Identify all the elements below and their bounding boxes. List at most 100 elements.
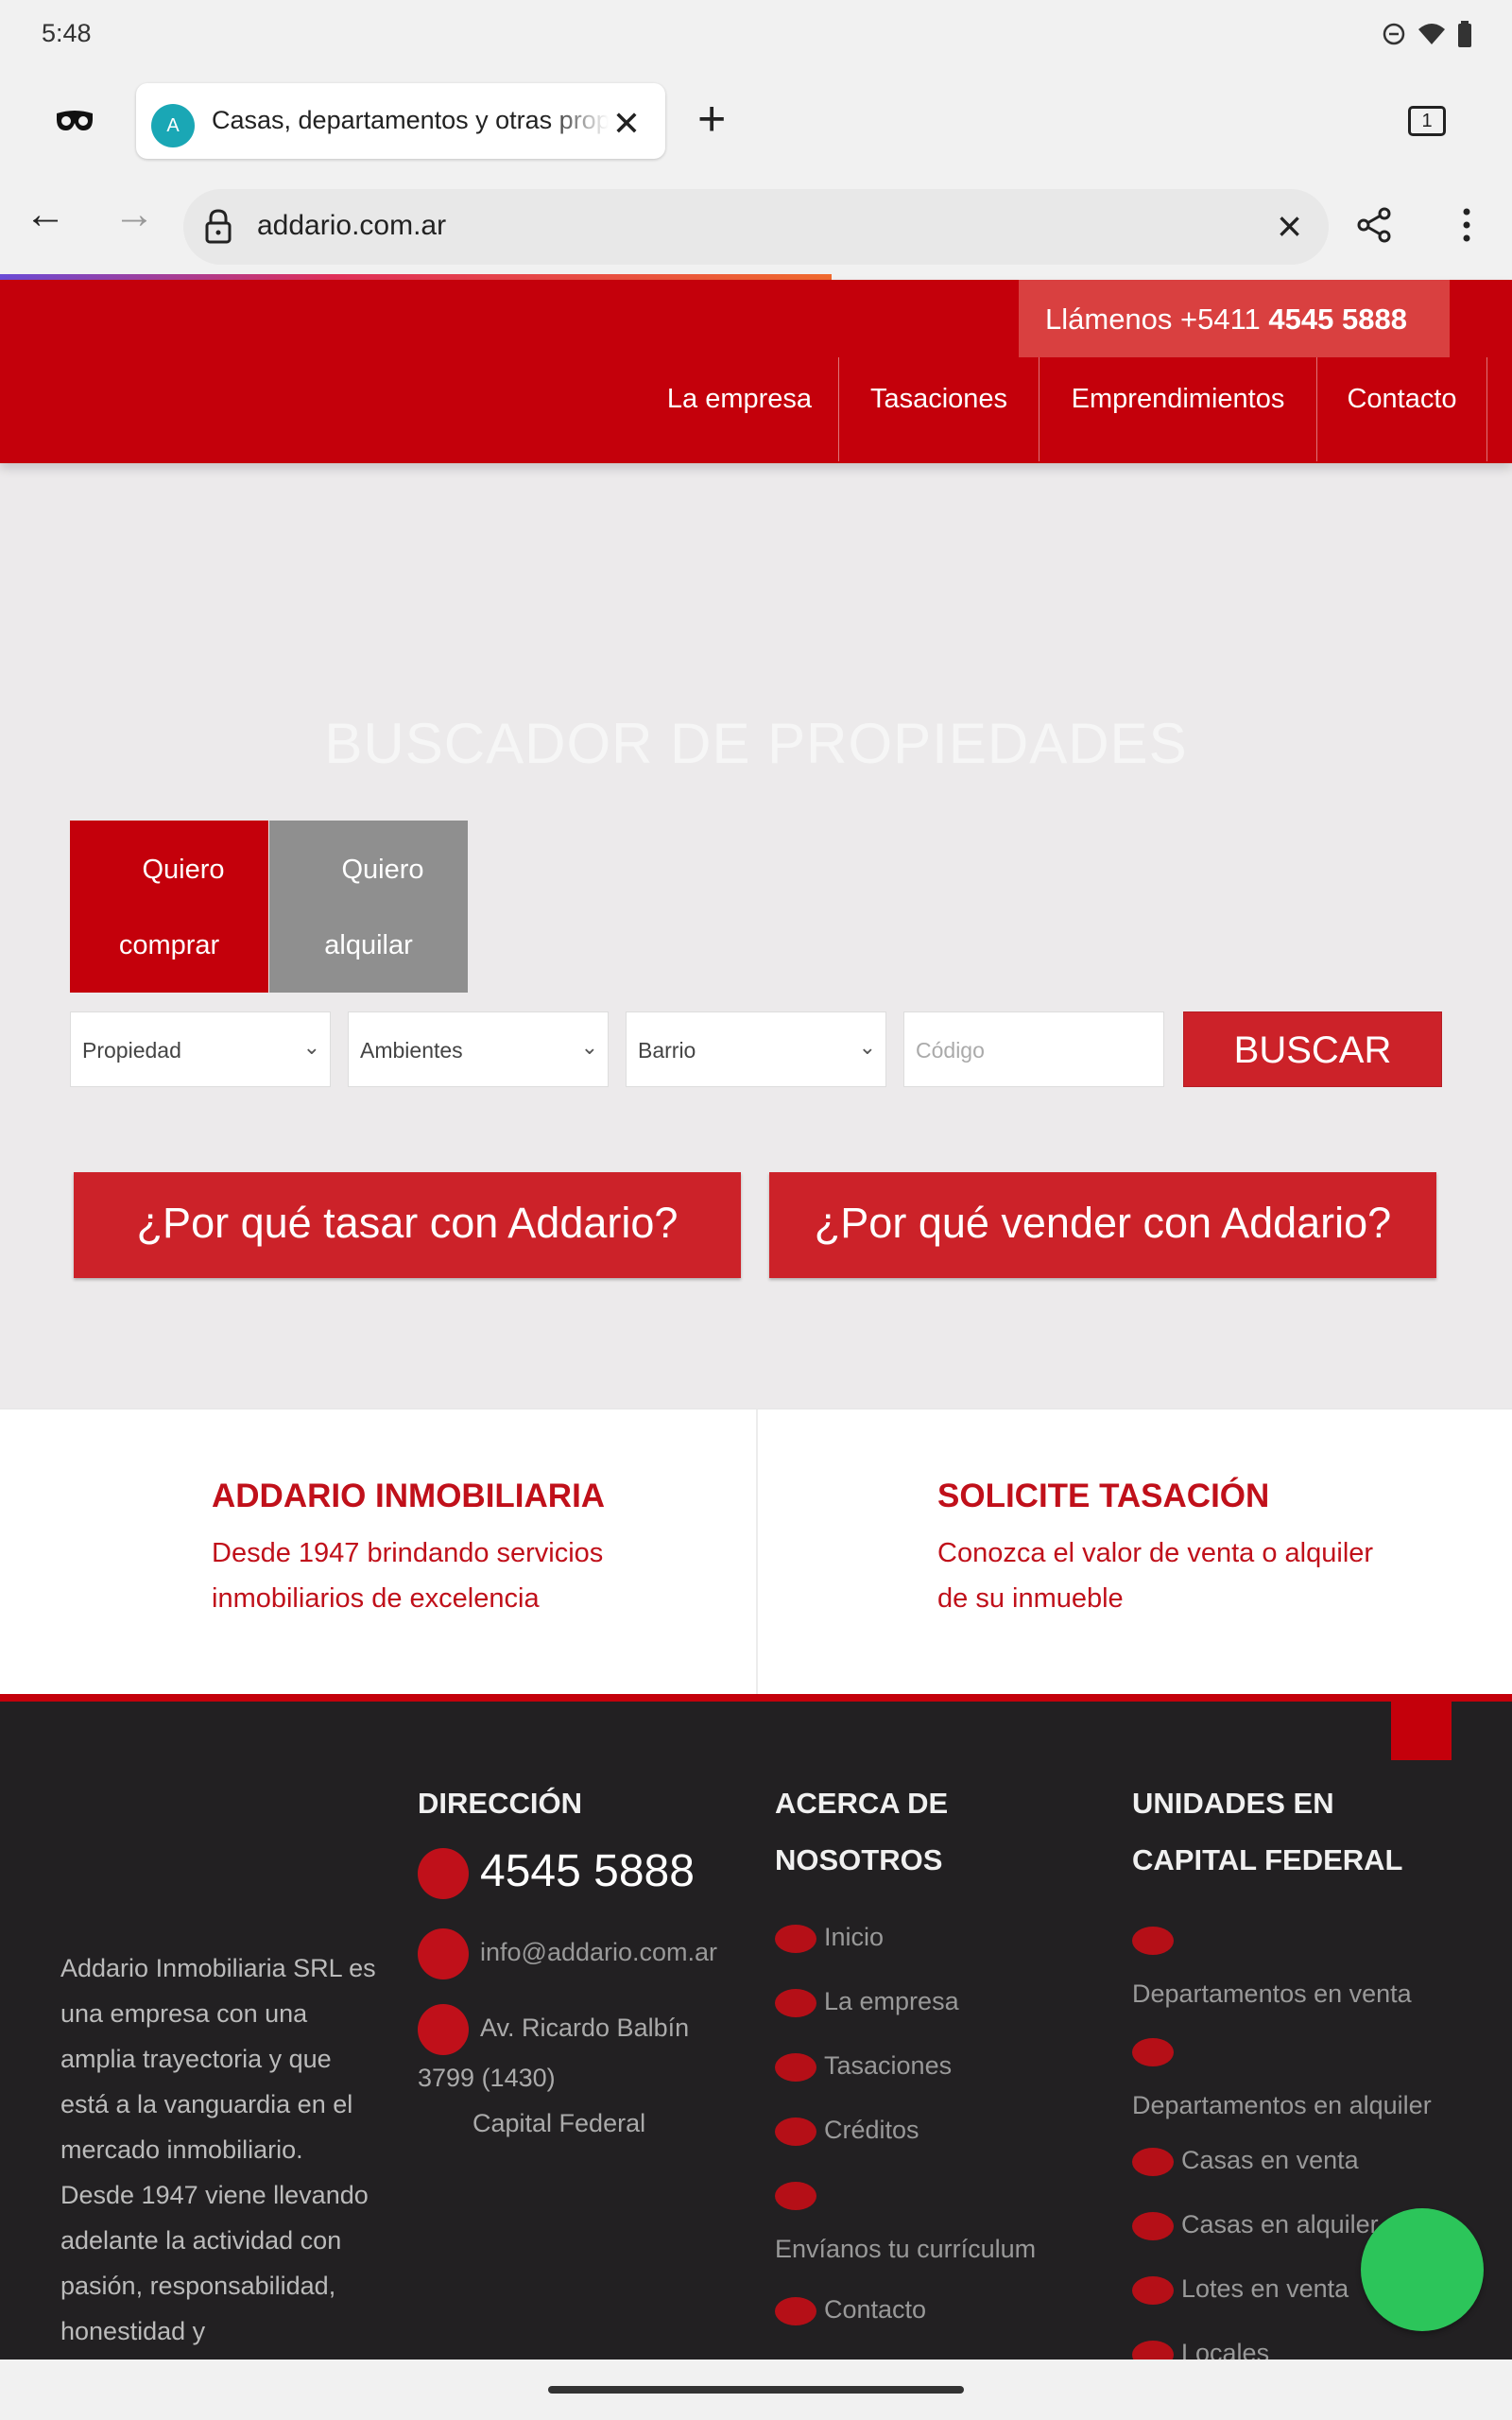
footer-unidades-title-2: CAPITAL FEDERAL (1132, 1843, 1403, 1876)
phone-icon (418, 1848, 469, 1900)
site-header: Llámenos +5411 4545 5888 La empresa Tasa… (0, 280, 1512, 463)
close-icon[interactable]: ✕ (612, 104, 641, 144)
footer-link-label: Casas en alquiler (1181, 2210, 1379, 2238)
bullet-icon (1132, 1926, 1174, 1955)
codigo-input[interactable]: Código (903, 1011, 1164, 1087)
why-sell-button[interactable]: ¿Por qué vender con Addario? (769, 1172, 1436, 1278)
nav-la-empresa[interactable]: La empresa (641, 357, 839, 461)
footer-link-deptos-venta[interactable]: Departamentos en venta (1132, 1911, 1412, 2021)
footer-link-creditos[interactable]: Créditos (775, 2116, 919, 2146)
footer-link-label: Lotes en venta (1181, 2274, 1349, 2303)
footer-unidades-title: UNIDADES EN CAPITAL FEDERAL (1132, 1775, 1402, 1889)
select-barrio[interactable]: Barrio ⌄ (626, 1011, 886, 1087)
chevron-down-icon: ⌄ (858, 1035, 876, 1059)
site-footer: Addario Inmobiliaria SRL es una empresa … (0, 1694, 1512, 2369)
footer-link-label: La empresa (824, 1987, 959, 2015)
info-addario-title: ADDARIO INMOBILIARIA (212, 1478, 606, 1514)
url-bar: ← → addario.com.ar × (0, 172, 1512, 280)
footer-email-text: info@addario.com.ar (480, 1938, 718, 1967)
footer-unidades-title-1: UNIDADES EN (1132, 1787, 1334, 1820)
footer-link-label: Créditos (824, 2116, 919, 2144)
bullet-icon (775, 1988, 816, 2017)
buscar-button[interactable]: BUSCAR (1183, 1011, 1442, 1087)
footer-link-deptos-alquiler[interactable]: Departamentos en alquiler (1132, 2023, 1432, 2133)
footer-address-line2: 3799 (1430) (418, 2064, 556, 2092)
info-tasacion-title: SOLICITE TASACIÓN (937, 1478, 1270, 1514)
tab-title: Casas, departamentos y otras propiedades (212, 106, 609, 134)
battery-icon (1458, 21, 1471, 47)
footer-link-la-empresa[interactable]: La empresa (775, 1987, 959, 2017)
footer-link-label: Casas en venta (1181, 2146, 1359, 2174)
tab-strip: A Casas, departamentos y otras propiedad… (0, 68, 1512, 172)
bullet-icon (1132, 2275, 1174, 2305)
lock-icon (205, 209, 232, 244)
location-icon (418, 2004, 469, 2055)
call-number: 4545 5888 (1268, 302, 1407, 336)
tab-buy-line2: comprar (118, 930, 220, 960)
status-time: 5:48 (42, 19, 92, 47)
incognito-icon[interactable] (55, 108, 94, 134)
footer-link-label: Contacto (824, 2295, 927, 2324)
more-icon[interactable] (1455, 206, 1478, 244)
select-propiedad-value: Propiedad (82, 1038, 181, 1063)
footer-link-curriculum[interactable]: Envíanos tu currículum (775, 2167, 1036, 2276)
info-band: ADDARIO INMOBILIARIA Desde 1947 brindand… (0, 1409, 1512, 1695)
tab-quiero-alquilar[interactable]: Quiero alquilar (269, 821, 468, 993)
bullet-icon (1132, 2037, 1174, 2066)
footer-link-casas-venta[interactable]: Casas en venta (1132, 2146, 1359, 2176)
footer-about-text: Addario Inmobiliaria SRL es una empresa … (60, 1954, 376, 2345)
select-ambientes[interactable]: Ambientes ⌄ (348, 1011, 609, 1087)
footer-link-lotes-venta[interactable]: Lotes en venta (1132, 2274, 1349, 2305)
nav-tasaciones[interactable]: Tasaciones (839, 357, 1040, 461)
tab-quiero-comprar[interactable]: Quiero comprar (70, 821, 268, 993)
tab-rent-line2: alquilar (324, 930, 413, 960)
wifi-icon (1418, 24, 1445, 44)
footer-link-inicio[interactable]: Inicio (775, 1923, 884, 1953)
footer-link-casas-alquiler[interactable]: Casas en alquiler (1132, 2210, 1379, 2240)
footer-email[interactable]: info@addario.com.ar (418, 1928, 717, 1979)
browser-tab[interactable]: A Casas, departamentos y otras propiedad… (136, 83, 665, 159)
why-appraise-button[interactable]: ¿Por qué tasar con Addario? (74, 1172, 741, 1278)
select-ambientes-value: Ambientes (360, 1038, 463, 1063)
info-addario[interactable]: ADDARIO INMOBILIARIA Desde 1947 brindand… (0, 1409, 756, 1695)
call-us-banner[interactable]: Llámenos +5411 4545 5888 (1019, 280, 1450, 357)
nav-contacto[interactable]: Contacto (1317, 357, 1487, 461)
whatsapp-chat-button[interactable] (1361, 2208, 1484, 2331)
url-text: addario.com.ar (257, 210, 447, 241)
chevron-down-icon: ⌄ (302, 1035, 320, 1059)
footer-link-tasaciones[interactable]: Tasaciones (775, 2051, 952, 2082)
footer-address: Av. Ricardo Balbín 3799 (1430) Capital F… (418, 2004, 739, 2146)
info-tasacion-text: Conozca el valor de venta o alquiler de … (937, 1538, 1374, 1614)
bullet-icon (775, 1924, 816, 1953)
plus-icon[interactable]: + (697, 91, 726, 147)
footer-acerca-title: ACERCA DE NOSOTROS (775, 1775, 948, 1889)
do-not-disturb-icon (1383, 23, 1405, 45)
footer-acerca-title-2: NOSOTROS (775, 1843, 943, 1876)
bullet-icon (775, 2052, 816, 2082)
footer-link-label: Envíanos tu currículum (775, 2235, 1037, 2263)
footer-link-label: Departamentos en alquiler (1132, 2091, 1432, 2119)
home-gesture-handle[interactable] (548, 2386, 964, 2394)
nav-emprendimientos[interactable]: Emprendimientos (1040, 357, 1317, 461)
info-tasacion[interactable]: SOLICITE TASACIÓN Conozca el valor de ve… (726, 1409, 1482, 1695)
status-bar: 5:48 (0, 0, 1512, 68)
back-icon[interactable]: ← (25, 191, 66, 238)
footer-acerca-title-1: ACERCA DE (775, 1787, 949, 1820)
footer-link-label: Inicio (824, 1923, 885, 1951)
tab-rent-line1: Quiero (341, 855, 424, 885)
clear-url-icon[interactable]: × (1277, 200, 1302, 251)
tab-switcher-icon[interactable]: 1 (1408, 106, 1446, 136)
footer-address-line3: Capital Federal (472, 2109, 646, 2137)
select-propiedad[interactable]: Propiedad ⌄ (70, 1011, 331, 1087)
footer-link-label: Departamentos en venta (1132, 1979, 1412, 2008)
select-barrio-value: Barrio (638, 1038, 696, 1063)
share-icon[interactable] (1355, 206, 1393, 244)
search-title: BUSCADOR DE PROPIEDADES (324, 712, 1188, 775)
footer-phone[interactable]: 4545 5888 (418, 1845, 695, 1900)
address-field[interactable]: addario.com.ar × (183, 189, 1329, 265)
bullet-icon (775, 2181, 816, 2210)
scroll-top-button[interactable] (1391, 1702, 1452, 1760)
footer-link-contacto[interactable]: Contacto (775, 2295, 926, 2325)
bullet-icon (775, 2117, 816, 2146)
forward-icon[interactable]: → (113, 191, 155, 238)
